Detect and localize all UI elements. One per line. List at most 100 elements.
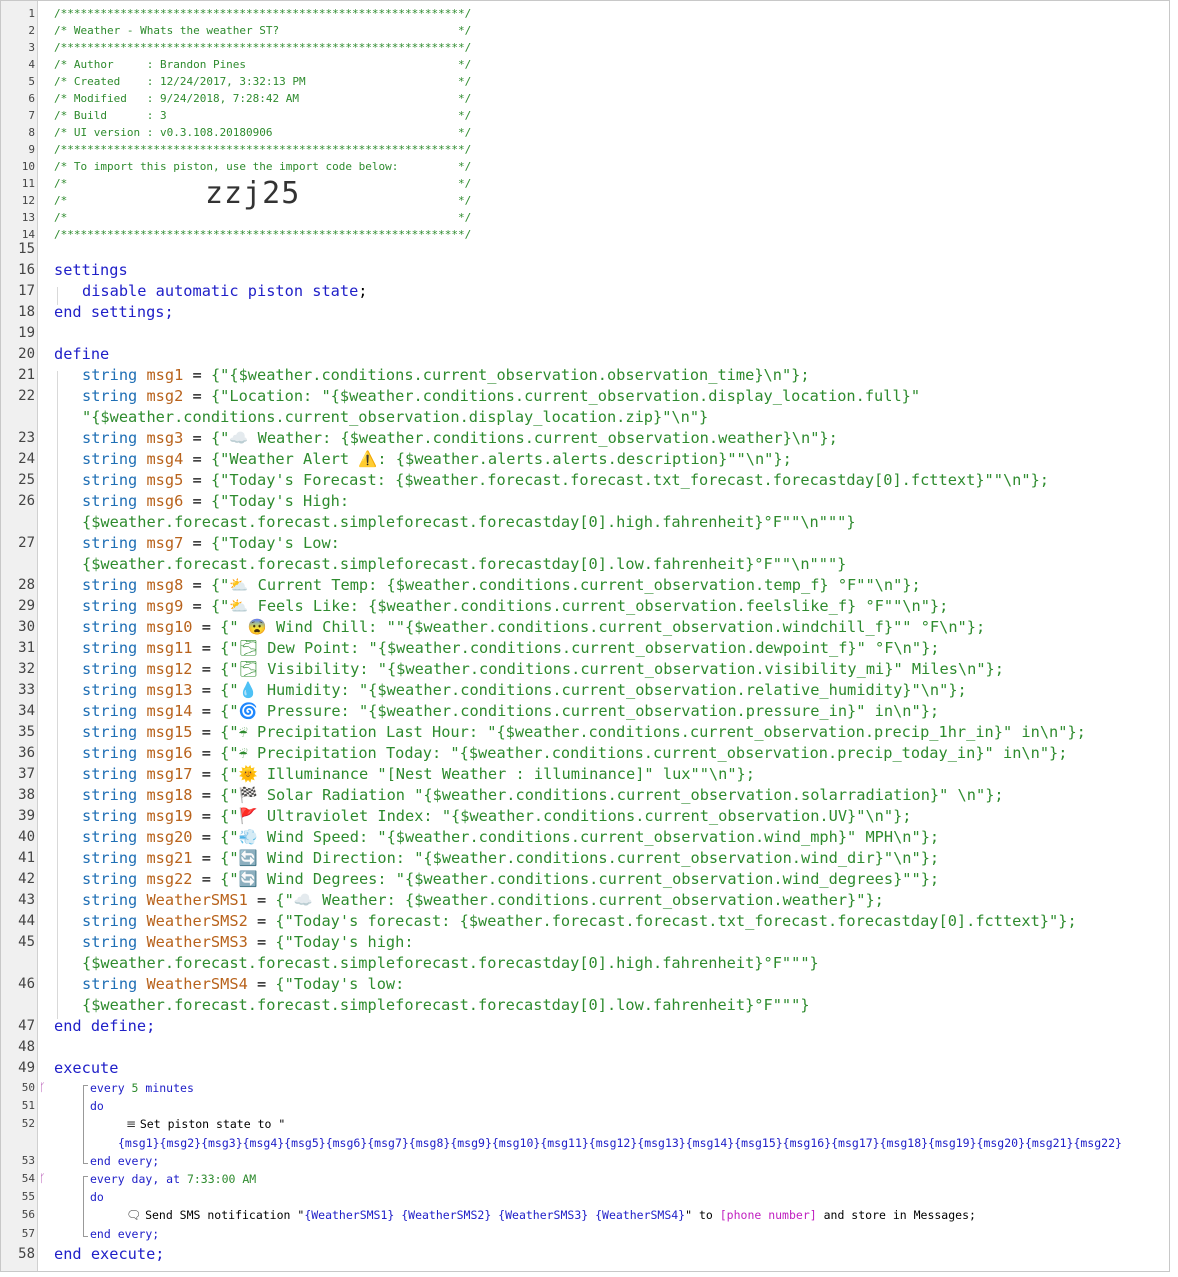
indent-guide xyxy=(57,287,58,305)
line-content: execute xyxy=(54,1058,118,1079)
line-number: 58 xyxy=(18,1245,35,1262)
at-keyword: at xyxy=(166,1172,187,1186)
variable-value: {"🔄 Wind Degrees: "{$weather.conditions.… xyxy=(220,870,940,888)
block-bracket xyxy=(83,1176,84,1237)
variable-name: msg12 xyxy=(146,660,193,678)
block-bracket xyxy=(83,1085,84,1164)
type-keyword: string xyxy=(82,681,147,699)
line-content: string msg8 = {"⛅ Current Temp: {$weathe… xyxy=(82,575,921,596)
line-content: /***************************************… xyxy=(54,7,472,20)
line-number: 12 xyxy=(21,194,35,207)
assign-operator: = xyxy=(183,597,211,615)
assign-operator: = xyxy=(192,660,221,678)
variable-value: {"☔ Precipitation Last Hour: "{$weather.… xyxy=(220,723,1086,741)
type-keyword: string xyxy=(82,870,147,888)
variable-value-continued: "{$weather.conditions.current_observatio… xyxy=(82,408,709,426)
code-line: 51 do xyxy=(1,1097,1169,1115)
assign-operator: = xyxy=(183,366,211,384)
variable-value: {"🌞 Illuminance "[Nest Weather : illumin… xyxy=(220,765,755,783)
end-settings-keyword: end settings; xyxy=(54,303,174,321)
code-line: 42 string msg22 = {"🔄 Wind Degrees: "{$we… xyxy=(1,869,1169,890)
do-keyword: do xyxy=(90,1190,104,1205)
assign-operator: = xyxy=(192,723,221,741)
line-content: {$weather.forecast.forecast.simpleforeca… xyxy=(82,995,810,1016)
list-icon: ≡ xyxy=(126,1117,140,1132)
variable-value: {"☁️ Weather: {$weather.conditions.curre… xyxy=(210,429,838,447)
variable-value: {"🚩 Ultraviolet Index: "{$weather.condit… xyxy=(220,807,912,825)
line-content: string msg20 = {"💨 Wind Speed: "{$weathe… xyxy=(82,827,939,848)
line-number: 2 xyxy=(28,24,35,37)
variable-name: msg16 xyxy=(146,744,193,762)
variable-value: {"🌫 Dew Point: "{$weather.conditions.cur… xyxy=(220,639,940,657)
assign-operator: = xyxy=(247,891,276,909)
code-line: 50 every 5 minutes ᚴ xyxy=(1,1079,1169,1097)
line-number: 42 xyxy=(18,871,35,887)
code-line: 49 execute xyxy=(1,1058,1169,1079)
line-number: 35 xyxy=(18,724,35,740)
line-content: 🗨 Send SMS notification "{WeatherSMS1} {… xyxy=(126,1206,976,1224)
type-keyword: string xyxy=(82,765,147,783)
variable-name: msg7 xyxy=(146,534,184,552)
interval-unit: minutes xyxy=(138,1081,194,1095)
code-line: 2 /* Weather - Whats the weather ST? */ xyxy=(1,22,1169,39)
line-content: /* Author : Brandon Pines */ xyxy=(54,58,472,71)
code-line: 7 /* Build : 3 */ xyxy=(1,107,1169,124)
line-content: string msg15 = {"☔ Precipitation Last Ho… xyxy=(82,722,1086,743)
code-line: 47 end define; xyxy=(1,1016,1169,1037)
code-line: 45 string WeatherSMS3 = {"Today's high: xyxy=(1,932,1169,953)
line-number: 52 xyxy=(21,1117,35,1131)
line-number: 17 xyxy=(18,283,35,299)
line-number: 20 xyxy=(18,346,35,362)
line-number: 39 xyxy=(18,808,35,824)
line-content: string msg11 = {"🌫 Dew Point: "{$weather… xyxy=(82,638,940,659)
code-line: 30 string msg10 = {" 😨 Wind Chill: ""{$we… xyxy=(1,617,1169,638)
line-content: string WeatherSMS2 = {"Today's forecast:… xyxy=(82,911,1077,932)
code-line: 31 string msg11 = {"🌫 Dew Point: "{$weath… xyxy=(1,638,1169,659)
phone-number-placeholder: [phone number] xyxy=(719,1208,817,1223)
code-line: "{$weather.conditions.current_observatio… xyxy=(1,407,1169,428)
assign-operator: = xyxy=(192,849,221,867)
line-content: "{$weather.conditions.current_observatio… xyxy=(82,407,708,428)
variable-value: {"💨 Wind Speed: "{$weather.conditions.cu… xyxy=(220,828,940,846)
type-keyword: string xyxy=(82,912,147,930)
line-content: {$weather.forecast.forecast.simpleforeca… xyxy=(82,512,856,533)
variable-name: msg17 xyxy=(146,765,193,783)
type-keyword: string xyxy=(82,975,147,993)
assign-operator: = xyxy=(192,702,221,720)
code-line: 52 ≡ Set piston state to " xyxy=(1,1115,1169,1133)
assign-operator: = xyxy=(183,492,211,510)
line-number: 8 xyxy=(28,126,35,139)
line-number: 25 xyxy=(18,472,35,488)
code-line: 41 string msg21 = {"🔄 Wind Direction: "{$… xyxy=(1,848,1169,869)
variable-value: {"🏁 Solar Radiation "{$weather.condition… xyxy=(220,786,1004,804)
type-keyword: string xyxy=(82,429,147,447)
line-number: 45 xyxy=(18,934,35,950)
line-number: 37 xyxy=(18,766,35,782)
line-content: /***************************************… xyxy=(54,143,472,156)
assign-operator: = xyxy=(183,450,211,468)
code-line: 23 string msg3 = {"☁️ Weather: {$weather.… xyxy=(1,428,1169,449)
code-line: 13 /* */ xyxy=(1,209,1169,226)
code-line: 54 every day, at 7:33:00 AM ᚴ xyxy=(1,1170,1169,1188)
line-content: end execute; xyxy=(54,1244,165,1265)
code-line: 21 string msg1 = {"{$weather.conditions.c… xyxy=(1,365,1169,386)
line-content: /* To import this piston, use the import… xyxy=(54,160,472,173)
line-number: 5 xyxy=(28,75,35,88)
speech-bubble-icon: 🗨 xyxy=(126,1208,146,1223)
code-line: 15 xyxy=(1,239,1169,260)
variable-name: msg9 xyxy=(146,597,184,615)
variable-name: WeatherSMS4 xyxy=(146,975,248,993)
assign-operator: = xyxy=(192,828,221,846)
variable-value: {"Location: "{$weather.conditions.curren… xyxy=(210,387,921,405)
code-line: 20 define xyxy=(1,344,1169,365)
line-number: 15 xyxy=(18,241,35,257)
code-line: 9 /**************************************… xyxy=(1,141,1169,158)
time-value: 7:33:00 AM xyxy=(186,1172,257,1186)
code-line: 11/* */ xyxy=(1,175,1169,192)
variable-value: {"Weather Alert ⚠️: {$weather.alerts.ale… xyxy=(210,450,792,468)
line-content: string WeatherSMS1 = {"☁️ Weather: {$wea… xyxy=(82,890,884,911)
assign-operator: = xyxy=(192,639,221,657)
variable-value-continued: {$weather.forecast.forecast.simpleforeca… xyxy=(82,513,856,531)
assign-operator: = xyxy=(192,765,221,783)
end-every-keyword: end every; xyxy=(90,1226,160,1241)
